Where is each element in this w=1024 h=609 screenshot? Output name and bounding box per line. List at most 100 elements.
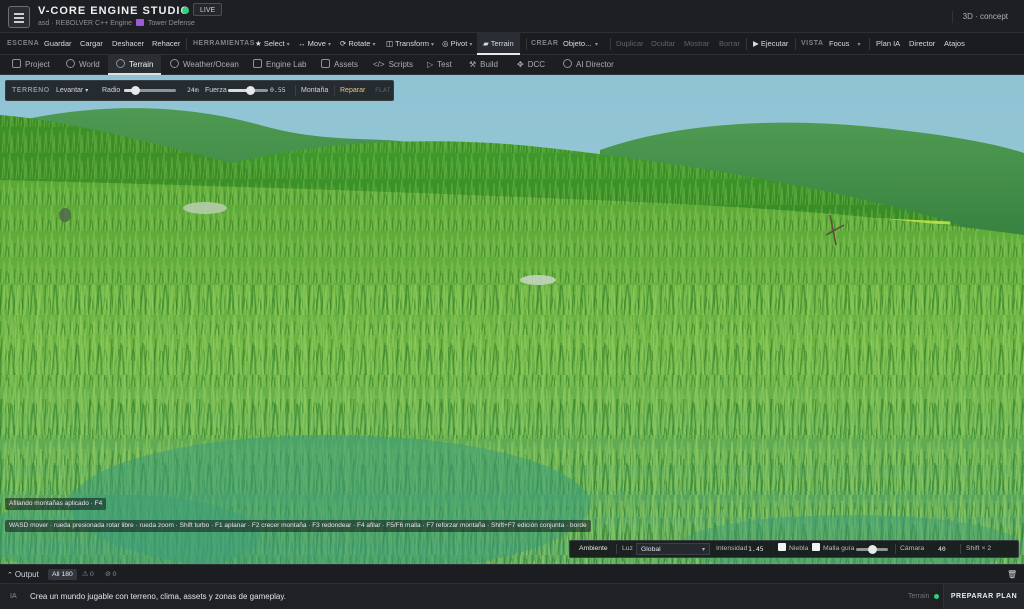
tab-label: Scripts [388,60,414,69]
tab-test[interactable]: ▷ Test [427,55,452,75]
toolbar-divider [795,38,796,50]
shift-multiplier: Shift × 2 [966,545,992,552]
radius-slider[interactable] [124,86,176,95]
tab-scripts[interactable]: </> Scripts [373,55,413,75]
move-icon: ↔ [298,39,308,48]
select-tool-label: Select [263,39,285,48]
ai-prompt-input[interactable]: Crea un mundo jugable con terreno, clima… [24,587,900,606]
project-icon [12,59,21,68]
focus-select[interactable]: Focus ▾ [829,33,860,55]
tab-project[interactable]: Project [12,55,50,75]
transform-tool-button[interactable]: ◫ Transform ▾ [386,33,434,55]
rotate-tool-button[interactable]: ⟳ Rotate ▾ [340,33,376,55]
wrench-icon: ⚒ [469,60,477,69]
error-icon: ⊘ [105,571,113,578]
output-filter-errors[interactable]: ⊘ 0 [105,565,116,584]
intensity-value[interactable]: 1.45 [748,541,764,557]
terrain-label: TERRENO [12,87,50,94]
radius-slider-handle[interactable] [131,86,141,95]
deshacer-button[interactable]: Deshacer [112,33,144,55]
environment-bar: Ambiente Luz Global ▾ Intensidad 1.45 Nie… [569,540,1019,558]
toolbar-divider [610,38,611,50]
strength-slider-handle[interactable] [246,86,255,95]
scene-viewport[interactable] [0,75,1024,564]
transform-tool-label: Transform [395,39,429,48]
dcc-icon: ✥ [517,60,524,69]
tab-label: AI Director [576,60,614,69]
toolbar-divider [869,38,870,50]
output-filter-all[interactable]: All 180 [48,569,77,580]
select-icon: ★ [255,39,264,48]
guide-mesh-slider[interactable] [856,545,888,554]
tab-engine-lab[interactable]: Engine Lab [253,55,306,75]
app-logo-icon[interactable] [8,6,30,28]
repair-terrain-button[interactable]: Reparar [340,81,365,100]
viewport-controls-help: WASD mover · rueda presionada rotar libr… [5,520,591,532]
guide-mesh-slider-handle[interactable] [868,545,877,554]
globe-icon [116,59,125,68]
app-title: V-CORE ENGINE STUDIO [38,5,191,17]
tab-ai-director[interactable]: AI Director [563,55,614,75]
move-tool-button[interactable]: ↔ Move ▾ [298,33,331,55]
guardar-button[interactable]: Guardar [44,33,72,55]
plan-ia-button[interactable]: Plan IA [876,33,900,55]
create-object-select[interactable]: Objeto... ▾ [563,33,598,55]
output-filter-warnings[interactable]: ⚠ 0 [82,565,94,584]
view-mode-indicator[interactable]: 3D · concept [951,11,1008,23]
env-divider [616,544,617,554]
chevron-up-icon: ⌃ [7,572,15,579]
chevron-down-icon: ▾ [469,42,473,48]
brush-mode-select[interactable]: Levantar ▾ [56,81,88,100]
guide-mesh-checkbox[interactable] [812,543,820,551]
trash-icon[interactable]: 🗑 [1007,565,1017,584]
output-toggle[interactable]: ⌃ Output [7,565,39,584]
fog-toggle[interactable]: Niebla [778,541,808,557]
duplicar-button[interactable]: Duplicar [616,33,644,55]
intensity-label: Intensidad [716,545,748,552]
live-status-dot-icon [182,7,189,14]
terrain-tool-button[interactable]: ▰ Terrain [477,33,520,55]
rehacer-button[interactable]: Rehacer [152,33,180,55]
select-tool-button[interactable]: ★ Select ▾ [255,33,290,55]
atajos-button[interactable]: Atajos [944,33,965,55]
tab-weather-ocean[interactable]: Weather/Ocean [170,55,239,75]
prepare-plan-button[interactable]: PREPARAR PLAN [943,584,1024,609]
herramientas-section-label: HERRAMIENTAS [193,40,255,47]
director-button[interactable]: Director [909,33,935,55]
fog-label: Niebla [789,545,809,552]
chevron-down-icon: ▾ [701,547,705,553]
tab-label: Terrain [129,60,154,69]
terrain-toolbar-divider [334,85,335,96]
chevron-down-icon: ▾ [593,42,599,48]
preset-montana-button[interactable]: Montaña [301,81,328,100]
tab-label: World [79,60,100,69]
play-outline-icon: ▷ [427,60,434,69]
ejecutar-button[interactable]: ▶ Ejecutar [753,33,788,55]
tab-label: Engine Lab [266,60,307,69]
output-panel-bar: ⌃ Output All 180 ⚠ 0 ⊘ 0 🗑 [0,564,1024,584]
strength-label: Fuerza [205,87,227,94]
cargar-button[interactable]: Cargar [80,33,103,55]
light-mode-select[interactable]: Global ▾ [636,543,710,555]
tab-world[interactable]: World [66,55,100,75]
env-divider [895,544,896,554]
fog-checkbox[interactable] [778,543,786,551]
project-engine-label: asd · REBOLVER C++ Engine [38,20,133,27]
tab-terrain[interactable]: Terrain [108,55,162,75]
strength-slider[interactable] [228,86,268,95]
flat-mode-button[interactable]: FLAT [375,81,391,100]
ocultar-button[interactable]: Ocultar [651,33,675,55]
pivot-tool-button[interactable]: ◎ Pivot ▾ [442,33,472,55]
rotate-tool-label: Rotate [348,39,371,48]
toolbar-divider [186,38,187,50]
tab-build[interactable]: ⚒ Build [469,55,498,75]
cloud-icon [170,59,179,68]
mostrar-button[interactable]: Mostrar [684,33,709,55]
guide-mesh-toggle[interactable]: Malla guía [812,541,854,557]
move-tool-label: Move [307,39,326,48]
camera-value[interactable]: 40 [938,541,946,557]
tab-dcc[interactable]: ✥ DCC [517,55,545,75]
terrain-toolbar-divider [295,85,296,96]
borrar-button[interactable]: Borrar [719,33,740,55]
tab-assets[interactable]: Assets [321,55,358,75]
